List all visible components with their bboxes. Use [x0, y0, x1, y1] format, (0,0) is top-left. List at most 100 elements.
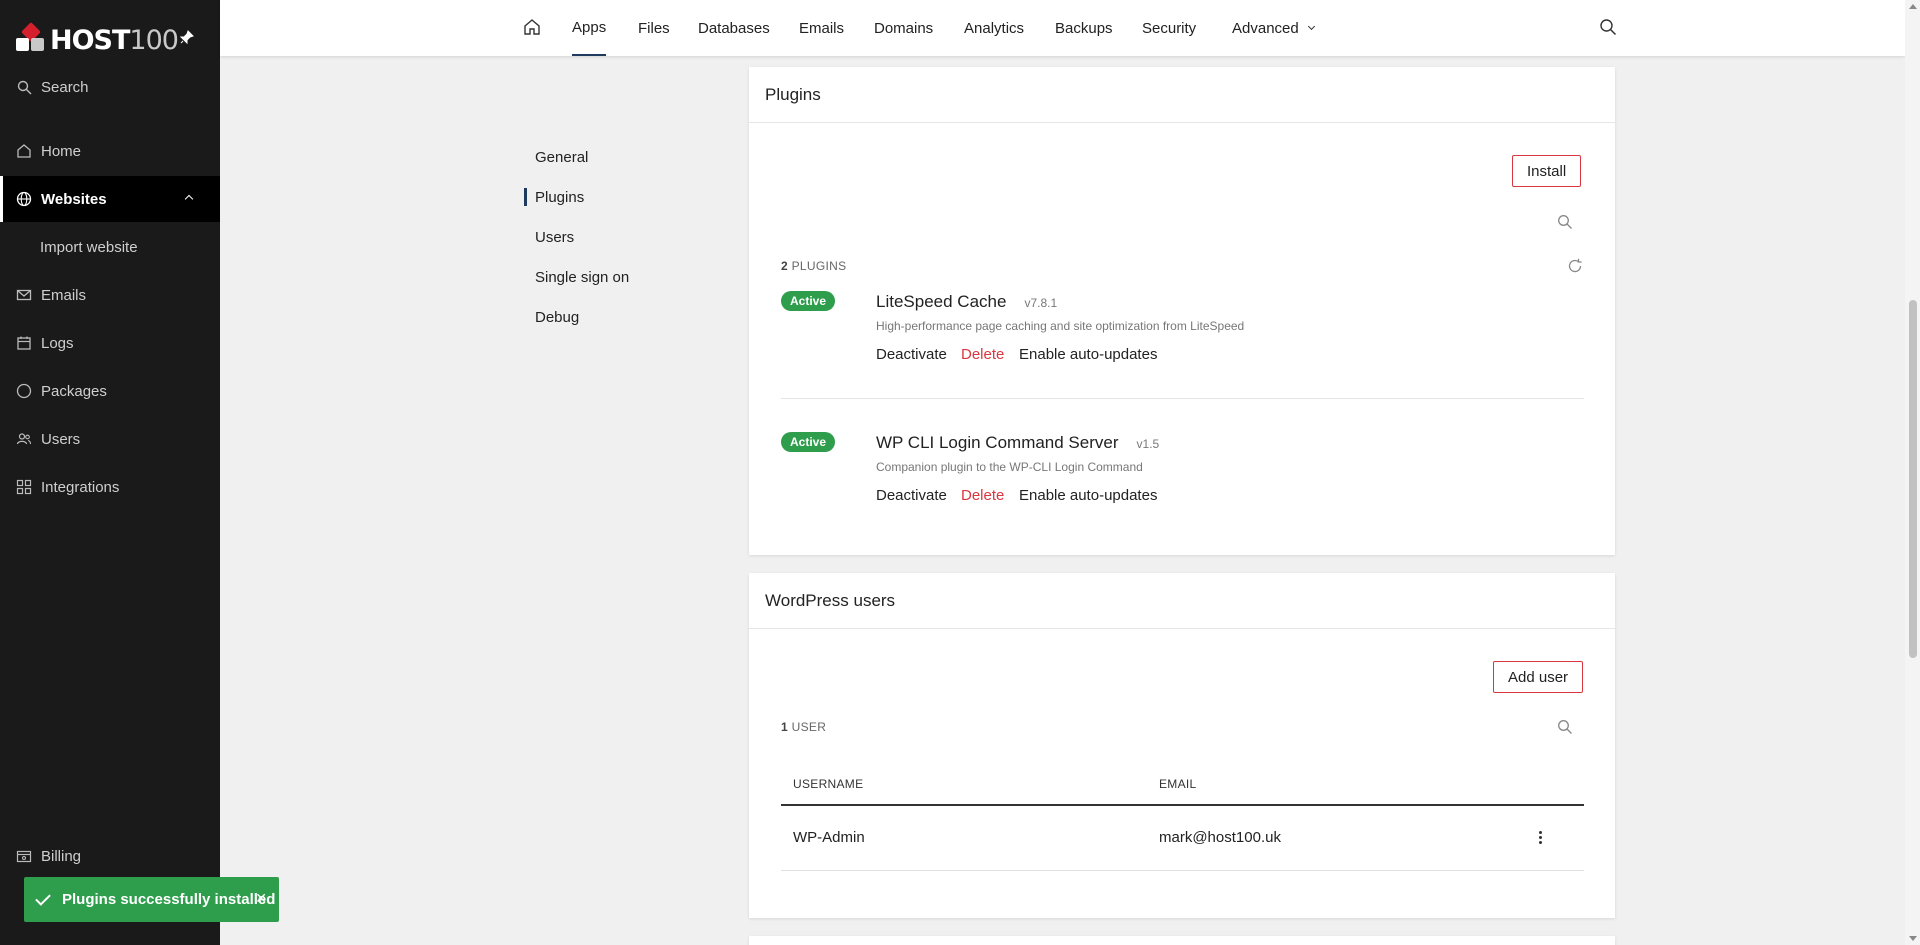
plugin-version: v1.5 — [1136, 437, 1160, 451]
deactivate-link[interactable]: Deactivate — [876, 487, 947, 504]
divider — [781, 398, 1584, 399]
sidebar-search[interactable]: Search — [0, 64, 220, 110]
delete-link[interactable]: Delete — [961, 346, 1004, 363]
home-icon — [16, 143, 32, 159]
sidebar-item-billing[interactable]: Billing — [0, 833, 220, 879]
plugin-name: WP CLI Login Command Server v1.5 — [876, 433, 1159, 453]
plugin-description: Companion plugin to the WP-CLI Login Com… — [876, 460, 1143, 474]
search-plugins-icon[interactable] — [1555, 212, 1575, 232]
refresh-icon[interactable] — [1565, 256, 1585, 276]
search-icon — [16, 79, 32, 95]
sidebar: HOST100 Search Home Websites Import webs… — [0, 0, 220, 945]
sidebar-item-label: Logs — [41, 334, 74, 352]
enable-auto-updates-link[interactable]: Enable auto-updates — [1019, 346, 1157, 363]
sidebar-item-label: Home — [41, 142, 82, 160]
table-header-line — [781, 804, 1584, 806]
user-count-number: 1 — [781, 720, 788, 734]
submenu-plugins[interactable]: Plugins — [535, 187, 584, 207]
plugin-name: LiteSpeed Cache v7.8.1 — [876, 292, 1057, 312]
tab-databases[interactable]: Databases — [698, 0, 770, 56]
table-cell-username: WP-Admin — [793, 829, 865, 846]
globe-icon — [16, 191, 32, 207]
table-cell-email: mark@host100.uk — [1159, 829, 1281, 846]
tab-emails[interactable]: Emails — [799, 0, 844, 56]
sidebar-item-logs[interactable]: Logs — [0, 320, 220, 366]
column-header-email[interactable]: EMAIL — [1159, 777, 1197, 791]
add-user-button[interactable]: Add user — [1493, 661, 1584, 693]
row-menu-icon[interactable] — [1539, 831, 1543, 846]
top-navigation: Apps Files Databases Emails Domains Anal… — [220, 0, 1905, 56]
users-card-title: WordPress users — [749, 573, 1615, 629]
sidebar-item-label: Users — [41, 430, 81, 448]
table-row-line — [781, 870, 1584, 871]
plugins-card: Plugins Install 2 PLUGINS Active LiteSpe… — [749, 67, 1615, 555]
tab-domains[interactable]: Domains — [874, 0, 933, 56]
sidebar-item-label: Websites — [41, 190, 107, 208]
close-icon[interactable]: ✕ — [255, 890, 267, 907]
tab-advanced[interactable]: Advanced — [1232, 0, 1315, 56]
scroll-thumb[interactable] — [1909, 300, 1917, 658]
plugin-name-label: LiteSpeed Cache — [876, 292, 1007, 311]
home-nav-icon[interactable] — [523, 18, 541, 40]
scroll-up-icon[interactable] — [1909, 4, 1917, 9]
status-badge: Active — [781, 291, 836, 311]
logo-mark-icon — [16, 22, 46, 55]
tab-analytics[interactable]: Analytics — [964, 0, 1024, 56]
toast-message: Plugins successfully installed — [62, 891, 276, 908]
sidebar-search-label: Search — [41, 78, 89, 96]
sidebar-item-label: Packages — [41, 382, 107, 400]
plugin-count-number: 2 — [781, 259, 788, 273]
tab-apps[interactable]: Apps — [572, 0, 607, 56]
submenu-debug[interactable]: Debug — [535, 307, 579, 327]
sidebar-item-label: Integrations — [41, 478, 120, 496]
plugin-name-label: WP CLI Login Command Server — [876, 433, 1119, 452]
plugin-version: v7.8.1 — [1024, 296, 1058, 310]
install-button[interactable]: Install — [1512, 155, 1582, 187]
sidebar-item-emails[interactable]: Emails — [0, 272, 220, 318]
chevron-down-icon — [1307, 22, 1315, 30]
calendar-icon — [16, 335, 32, 351]
sidebar-item-label: Billing — [41, 847, 82, 865]
sidebar-item-packages[interactable]: Packages — [0, 368, 220, 414]
submenu-users[interactable]: Users — [535, 227, 574, 247]
sidebar-item-websites[interactable]: Websites — [0, 176, 220, 222]
tab-backups[interactable]: Backups — [1055, 0, 1113, 56]
sidebar-item-home[interactable]: Home — [0, 128, 220, 174]
submenu-general[interactable]: General — [535, 147, 588, 167]
circle-icon — [16, 383, 32, 399]
grid-icon — [16, 479, 32, 495]
submenu-single-sign-on[interactable]: Single sign on — [535, 267, 629, 287]
users-icon — [16, 431, 32, 447]
delete-link[interactable]: Delete — [961, 487, 1004, 504]
search-users-icon[interactable] — [1555, 717, 1575, 737]
user-count: 1 USER — [781, 720, 826, 734]
tab-advanced-label: Advanced — [1232, 19, 1299, 37]
deactivate-link[interactable]: Deactivate — [876, 346, 947, 363]
host100-logo[interactable]: HOST100 — [16, 22, 179, 56]
success-toast: Plugins successfully installed ✕ — [24, 877, 279, 922]
chevron-up-icon[interactable] — [184, 194, 194, 204]
search-icon[interactable] — [1599, 18, 1617, 40]
sidebar-item-import-website[interactable]: Import website — [0, 224, 220, 270]
column-header-username[interactable]: USERNAME — [793, 777, 863, 791]
enable-auto-updates-link[interactable]: Enable auto-updates — [1019, 487, 1157, 504]
submenu-active-marker — [524, 188, 527, 206]
next-card — [749, 936, 1615, 945]
plugin-count: 2 PLUGINS — [781, 259, 846, 273]
scroll-down-icon[interactable] — [1909, 936, 1917, 941]
plugin-count-label: PLUGINS — [791, 259, 847, 273]
sidebar-item-label: Import website — [40, 238, 138, 256]
sidebar-item-label: Emails — [41, 286, 87, 304]
wordpress-users-card: WordPress users Add user 1 USER USERNAME… — [749, 573, 1615, 918]
billing-icon — [16, 848, 32, 864]
pin-icon[interactable] — [179, 30, 196, 46]
sidebar-item-users[interactable]: Users — [0, 416, 220, 462]
tab-security[interactable]: Security — [1142, 0, 1196, 56]
scrollbar[interactable] — [1905, 0, 1920, 945]
user-count-label: USER — [791, 720, 827, 734]
mail-icon — [16, 287, 32, 303]
tab-files[interactable]: Files — [638, 0, 670, 56]
check-icon — [35, 889, 51, 906]
logo-text: HOST100 — [50, 24, 179, 56]
sidebar-item-integrations[interactable]: Integrations — [0, 464, 220, 510]
